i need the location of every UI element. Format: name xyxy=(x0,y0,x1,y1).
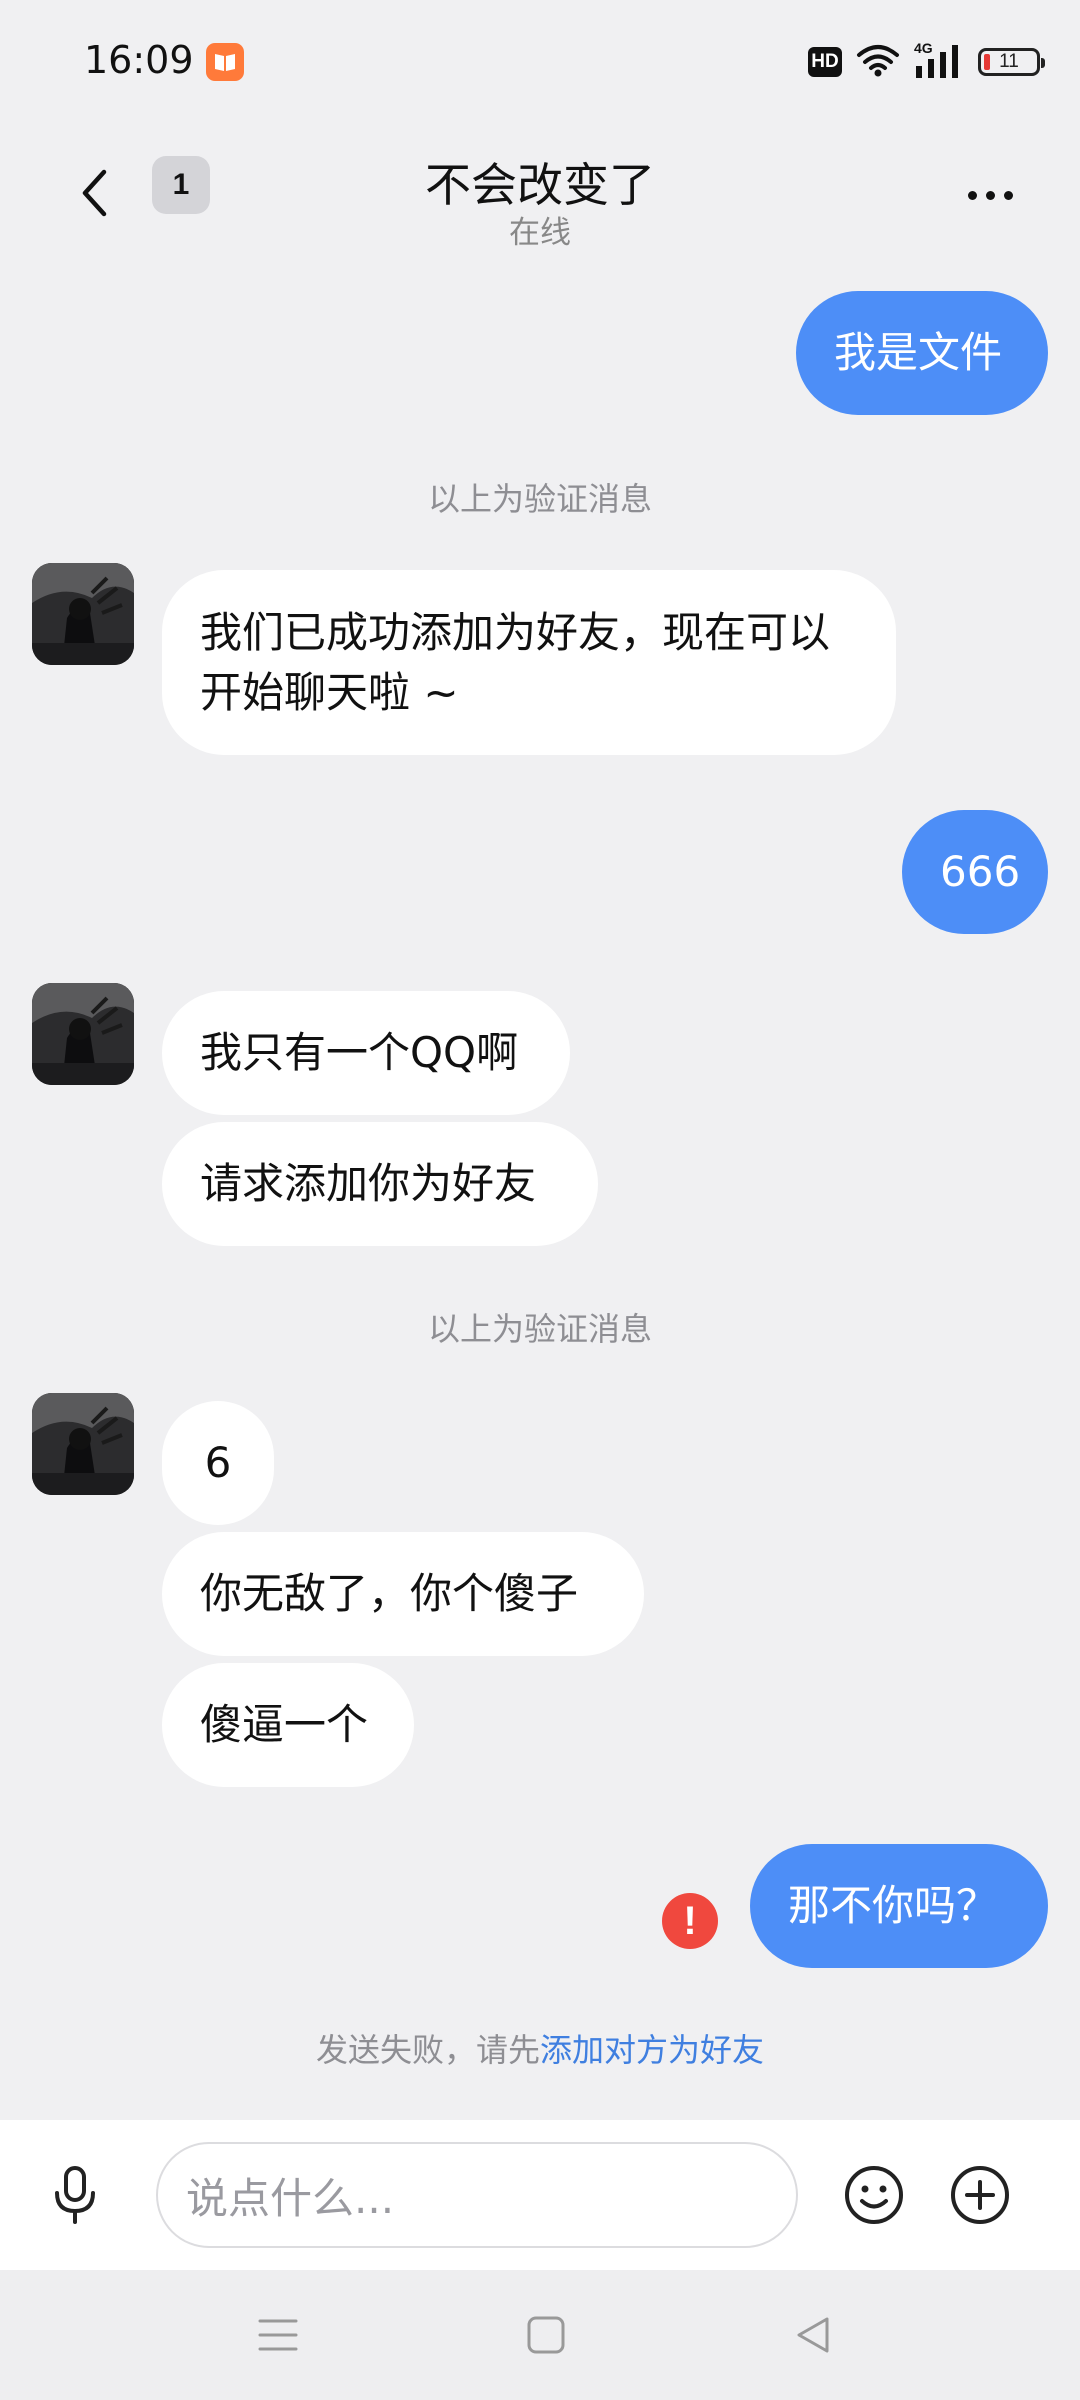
message-bubble-incoming[interactable]: 我只有一个QQ啊 xyxy=(162,991,570,1115)
message-input-placeholder: 说点什么... xyxy=(186,2173,395,2223)
message-bubble-outgoing[interactable]: 666 xyxy=(902,810,1048,934)
emoji-button[interactable] xyxy=(834,2155,914,2235)
input-bar: 说点什么... xyxy=(0,2120,1080,2270)
system-notice: 以上为验证消息 xyxy=(427,480,652,518)
online-status: 在线 xyxy=(509,215,571,251)
message-bubble-incoming[interactable]: 你无敌了，你个傻子 xyxy=(162,1532,644,1656)
status-time: 16:09 xyxy=(84,38,194,82)
message-bubble-incoming[interactable]: 请求添加你为好友 xyxy=(162,1122,598,1246)
message-text: 请求添加你为好友 xyxy=(200,1159,537,1208)
message-text: 6 xyxy=(204,1438,232,1487)
more-dots-icon xyxy=(967,190,977,200)
message-text: 我们已成功添加为好友，现在可以开始聊天啦 ~ xyxy=(200,607,831,717)
back-nav-button[interactable] xyxy=(773,2300,853,2370)
cellular-signal-icon: 4G xyxy=(914,40,964,80)
message-bubble-incoming[interactable]: 我们已成功添加为好友，现在可以开始聊天啦 ~ xyxy=(162,570,896,755)
wifi-icon xyxy=(856,43,900,81)
hd-badge: HD xyxy=(808,47,842,77)
message-text: 你无敌了，你个傻子 xyxy=(200,1569,579,1618)
send-failed-icon[interactable]: ! xyxy=(662,1893,718,1949)
send-failure-notice: 发送失败，请先添加对方为好友 xyxy=(0,2025,1080,2071)
message-bubble-incoming[interactable]: 傻逼一个 xyxy=(162,1663,414,1787)
message-bubble-outgoing[interactable]: 那不你吗？ xyxy=(750,1844,1048,1968)
contact-avatar[interactable] xyxy=(32,1393,134,1495)
battery-icon: 11 xyxy=(978,48,1045,76)
message-text: 我是文件 xyxy=(834,328,1003,377)
add-friend-link[interactable]: 添加对方为好友 xyxy=(540,2031,764,2069)
microphone-icon xyxy=(55,2166,95,2224)
system-notice: 以上为验证消息 xyxy=(427,1310,652,1348)
status-bar: 16:09 HD 4G 11 xyxy=(0,0,1080,125)
contact-avatar[interactable] xyxy=(32,983,134,1085)
triangle-back-icon xyxy=(797,2317,829,2353)
more-actions-button[interactable] xyxy=(940,2155,1020,2235)
message-bubble-outgoing[interactable]: 我是文件 xyxy=(796,291,1048,415)
book-app-icon xyxy=(206,43,244,81)
message-bubble-incoming[interactable]: 6 xyxy=(162,1401,274,1525)
recent-apps-button[interactable] xyxy=(238,2300,318,2370)
home-button[interactable] xyxy=(506,2300,586,2370)
system-navigation-bar xyxy=(0,2270,1080,2400)
message-text: 傻逼一个 xyxy=(200,1700,369,1749)
battery-level: 11 xyxy=(999,51,1019,72)
chat-title: 不会改变了 xyxy=(425,158,655,212)
voice-button[interactable] xyxy=(40,2160,110,2230)
message-text: 666 xyxy=(940,847,1021,896)
contact-avatar[interactable] xyxy=(32,563,134,665)
more-options-button[interactable] xyxy=(940,165,1040,225)
smiley-icon xyxy=(845,2166,903,2224)
message-text: 我只有一个QQ啊 xyxy=(200,1028,519,1077)
message-input[interactable]: 说点什么... xyxy=(156,2142,798,2248)
send-failure-text: 发送失败，请先 xyxy=(315,2031,540,2069)
plus-circle-icon xyxy=(951,2166,1009,2224)
message-text: 那不你吗？ xyxy=(788,1881,999,1930)
square-icon xyxy=(527,2316,565,2354)
chat-header: 1 不会改变了 在线 xyxy=(0,125,1080,265)
menu-icon xyxy=(258,2319,298,2351)
